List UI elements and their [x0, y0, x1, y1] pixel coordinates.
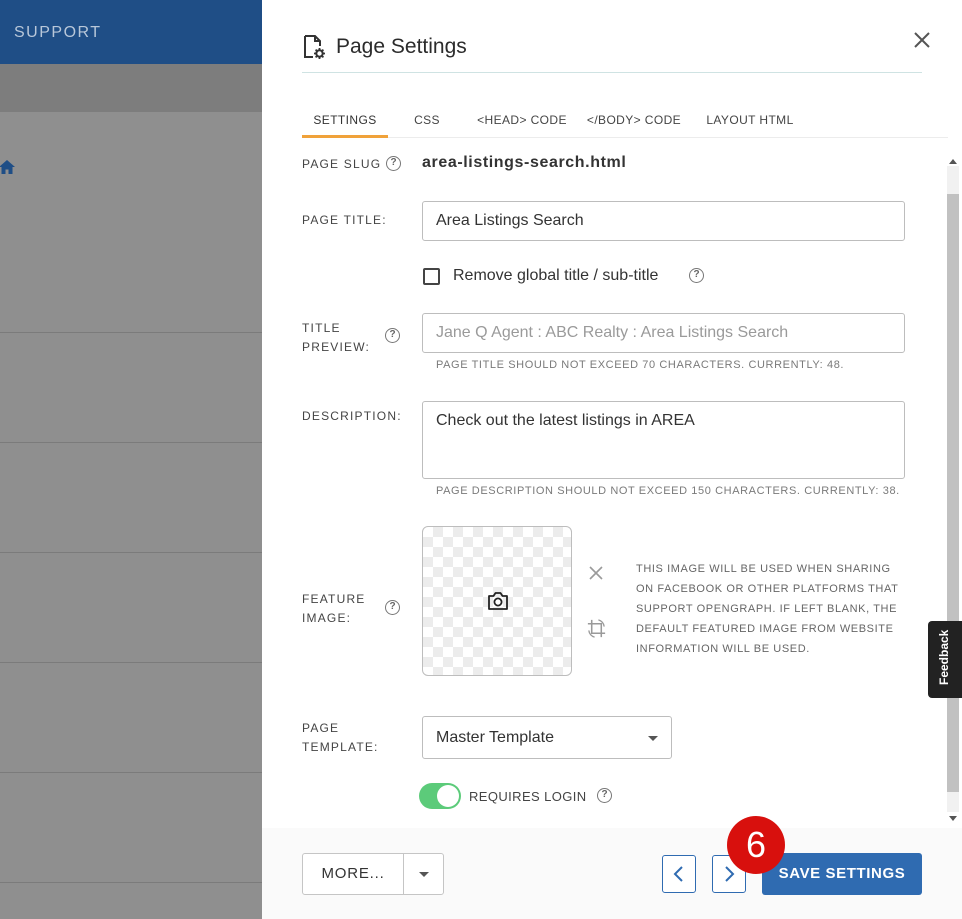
page-slug-help-icon[interactable]: ? — [386, 156, 401, 171]
requires-login-toggle[interactable] — [419, 783, 461, 809]
scrollbar-thumb[interactable] — [947, 194, 959, 792]
list-divider — [0, 552, 262, 553]
page-title-input[interactable]: Area Listings Search — [422, 201, 905, 241]
tab-layout-html[interactable]: LAYOUT HTML — [700, 110, 800, 138]
tab-head-code[interactable]: <HEAD> CODE — [474, 110, 570, 138]
app-header: SUPPORT — [0, 0, 262, 64]
list-divider — [0, 332, 262, 333]
scroll-down-icon[interactable] — [949, 816, 957, 821]
panel-header: Page Settings — [302, 34, 467, 60]
title-preview-field: Jane Q Agent : ABC Realty : Area Listing… — [422, 313, 905, 353]
list-divider — [0, 442, 262, 443]
title-preview-label-line1: TITLE — [302, 321, 341, 335]
requires-login-help-icon[interactable]: ? — [597, 788, 612, 803]
remove-global-title-label: Remove global title / sub-title — [453, 267, 659, 284]
tab-body-code[interactable]: </BODY> CODE — [586, 110, 682, 138]
feedback-label: Feedback — [937, 629, 951, 685]
camera-icon — [488, 592, 508, 610]
support-nav-link[interactable]: SUPPORT — [14, 24, 102, 42]
save-settings-button[interactable]: SAVE SETTINGS — [762, 853, 922, 895]
feature-image-label: FEATURE IMAGE: — [302, 590, 366, 628]
title-preview-label-line2: PREVIEW: — [302, 340, 371, 354]
crop-rotate-icon[interactable] — [585, 617, 608, 640]
close-icon[interactable] — [910, 28, 934, 52]
title-divider — [302, 72, 922, 73]
tab-settings[interactable]: SETTINGS — [302, 110, 388, 138]
toggle-knob — [437, 785, 459, 807]
page-slug-value: area-listings-search.html — [422, 154, 627, 171]
page-template-label-line1: PAGE — [302, 721, 340, 735]
remove-title-help-icon[interactable]: ? — [689, 268, 704, 283]
panel-title: Page Settings — [336, 35, 467, 58]
previous-page-button[interactable] — [662, 855, 696, 893]
list-divider — [0, 772, 262, 773]
list-divider — [0, 882, 262, 883]
title-preview-label: TITLE PREVIEW: — [302, 319, 370, 357]
page-settings-panel: Page Settings SETTINGS CSS <HEAD> CODE <… — [262, 0, 962, 919]
chevron-left-icon — [673, 866, 683, 882]
list-divider — [0, 662, 262, 663]
page-slug-label: PAGE SLUG — [302, 157, 382, 171]
page-template-select[interactable]: Master Template — [422, 716, 672, 759]
feature-image-help-icon[interactable]: ? — [385, 600, 400, 615]
step-number-badge: 6 — [727, 816, 785, 874]
page-template-label-line2: TEMPLATE: — [302, 740, 379, 754]
chevron-right-icon — [725, 866, 735, 882]
tab-css[interactable]: CSS — [408, 110, 446, 138]
more-dropdown-icon[interactable] — [419, 872, 429, 877]
more-button[interactable]: MORE... — [303, 854, 403, 894]
requires-login-label: REQUIRES LOGIN — [469, 789, 587, 804]
description-hint: PAGE DESCRIPTION SHOULD NOT EXCEED 150 C… — [436, 485, 900, 497]
chevron-down-icon — [648, 736, 658, 741]
page-settings-icon — [304, 35, 325, 59]
settings-tabs: SETTINGS CSS <HEAD> CODE </BODY> CODE LA… — [302, 110, 948, 138]
home-icon[interactable] — [0, 158, 16, 176]
app-content-area — [0, 112, 262, 919]
panel-footer: MORE... SAVE SETTINGS — [262, 828, 962, 919]
remove-image-icon[interactable] — [588, 565, 604, 581]
feedback-tab[interactable]: Feedback — [928, 621, 962, 698]
page-template-value: Master Template — [436, 728, 554, 746]
description-label: DESCRIPTION: — [302, 409, 402, 423]
page-template-label: PAGE TEMPLATE: — [302, 719, 379, 757]
title-preview-help-icon[interactable]: ? — [385, 328, 400, 343]
split-divider — [403, 854, 404, 894]
description-textarea[interactable]: Check out the latest listings in AREA — [422, 401, 905, 479]
title-preview-hint: PAGE TITLE SHOULD NOT EXCEED 70 CHARACTE… — [436, 359, 845, 371]
remove-global-title-checkbox[interactable] — [423, 268, 440, 285]
form-scrollbar[interactable] — [944, 152, 962, 826]
feature-image-label-line2: IMAGE: — [302, 611, 352, 625]
app-subbar — [0, 64, 262, 112]
feature-image-label-line1: FEATURE — [302, 592, 366, 606]
feature-image-note: THIS IMAGE WILL BE USED WHEN SHARING ON … — [636, 563, 899, 655]
feature-image-dropzone[interactable] — [422, 526, 572, 676]
more-split-button: MORE... — [302, 853, 444, 895]
scroll-up-icon[interactable] — [949, 159, 957, 164]
page-title-label: PAGE TITLE: — [302, 213, 387, 227]
settings-form: PAGE SLUG ? area-listings-search.html PA… — [262, 150, 962, 828]
